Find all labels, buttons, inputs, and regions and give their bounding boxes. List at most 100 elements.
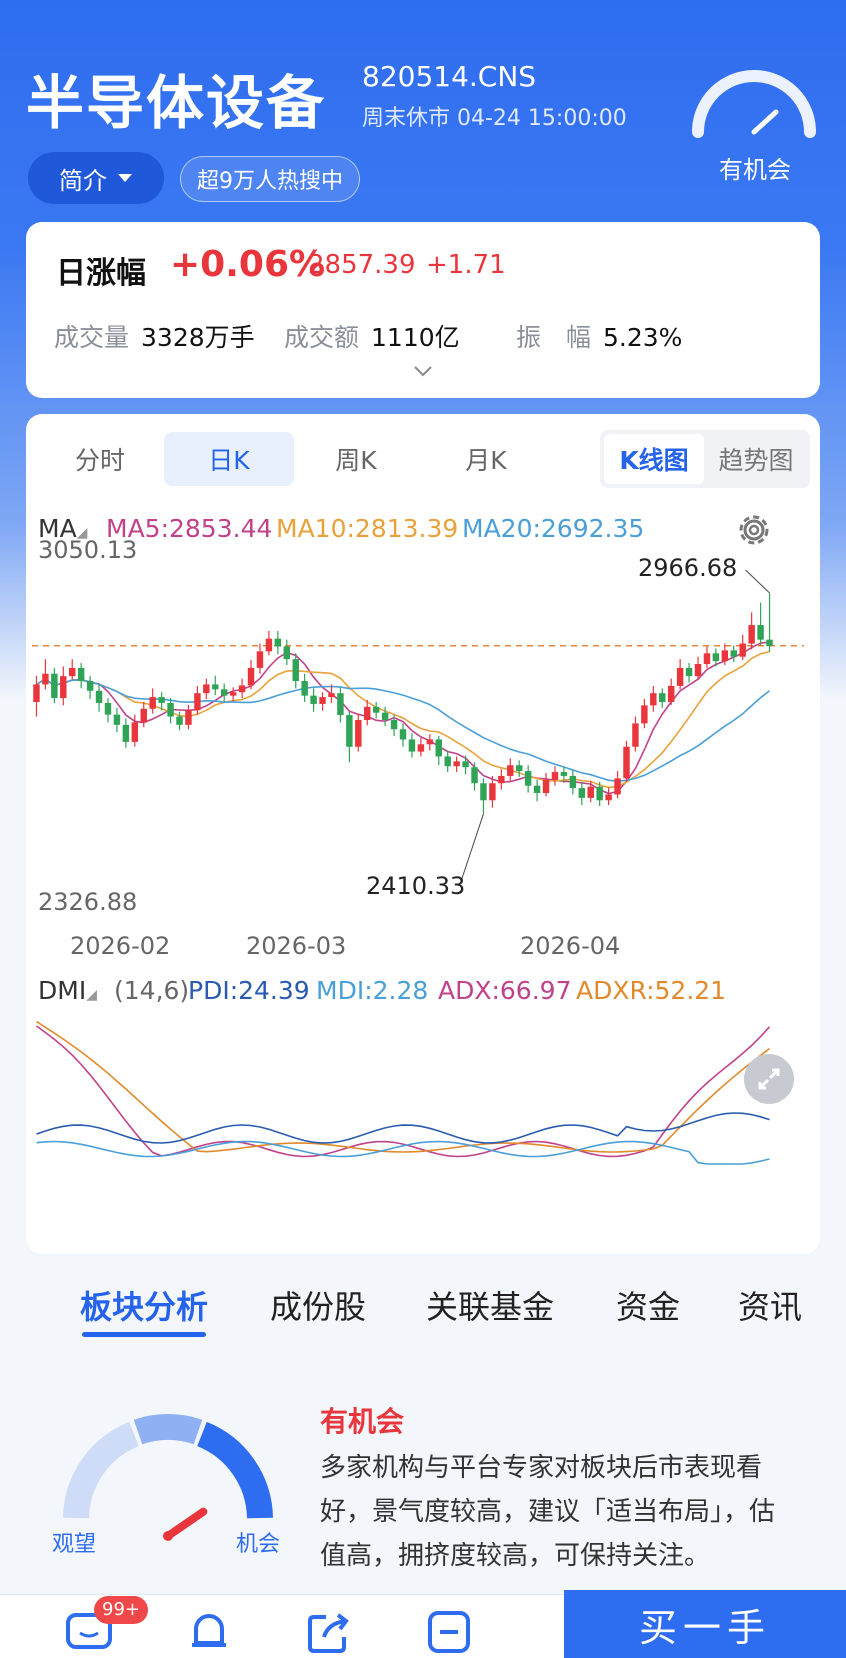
candle-body <box>390 719 398 730</box>
candle-body <box>444 756 451 767</box>
candle-body <box>319 697 326 704</box>
tab-capital[interactable]: 资金 <box>616 1282 680 1328</box>
remove-watchlist-icon[interactable] <box>424 1607 474 1657</box>
dmi-params: (14,6) <box>114 976 190 1005</box>
candle-body <box>283 646 291 660</box>
volume-stat: 成交量 3328万手 <box>54 318 255 354</box>
candle-body <box>766 639 773 646</box>
index-code: 820514.CNS <box>362 60 537 93</box>
kline-chart-card: 分时 日K 周K 月K K线图 趋势图 MA◢ MA5:2853.44 MA10… <box>26 414 820 1254</box>
candle-body <box>104 702 112 715</box>
candle-body <box>426 739 434 745</box>
candle-body <box>739 643 746 657</box>
active-tab-indicator <box>82 1332 206 1337</box>
candle-body <box>569 775 577 789</box>
tab-related-funds[interactable]: 关联基金 <box>426 1282 554 1328</box>
quote-card: 日涨幅 +0.06% 2857.39 +1.71 成交量 3328万手 成交额 11… <box>26 222 820 398</box>
candle-body <box>587 786 594 798</box>
amount-label: 成交额 <box>284 323 360 352</box>
candle-body <box>435 739 442 757</box>
sentiment-label[interactable]: 有机会 <box>690 150 820 185</box>
candle-body <box>533 785 541 793</box>
amplitude-label: 振 幅 <box>516 323 592 352</box>
candle-body <box>650 693 657 706</box>
candle-body <box>265 638 273 652</box>
candle-body <box>122 724 130 742</box>
candle-body <box>167 702 174 717</box>
candle-body <box>507 765 514 776</box>
candle-body <box>641 705 648 724</box>
candle-body <box>229 692 237 696</box>
expand-fullscreen-icon[interactable] <box>744 1054 794 1104</box>
candle-body <box>542 779 550 793</box>
share-icon[interactable] <box>304 1607 354 1657</box>
adxr-legend: ADXR:52.21 <box>576 976 727 1005</box>
candle-body <box>471 767 478 784</box>
candle-body <box>140 708 147 723</box>
candle-body <box>220 689 228 696</box>
adx-line <box>36 1025 771 1158</box>
candle-body <box>51 673 58 699</box>
candle-body <box>623 746 630 779</box>
y-axis-top-label: 3050.13 <box>38 536 138 564</box>
opinion-title: 有机会 <box>320 1405 405 1438</box>
amount-value: 1110亿 <box>371 323 460 352</box>
volume-value: 3328万手 <box>141 323 255 352</box>
candle-body <box>676 667 684 686</box>
gauge-low-label: 观望 <box>52 1532 97 1557</box>
candle-body <box>703 653 711 665</box>
hot-search-tag[interactable]: 超9万人热搜中 <box>180 156 360 202</box>
candle-body <box>77 667 85 682</box>
buy-button[interactable]: 买一手 <box>564 1590 846 1658</box>
tab-sector-analysis[interactable]: 板块分析 <box>80 1282 208 1328</box>
candle-body <box>515 765 523 772</box>
candle-body <box>721 650 729 662</box>
bell-icon[interactable] <box>184 1607 234 1657</box>
candle-body <box>417 744 425 752</box>
y-axis-bottom-label: 2326.88 <box>38 888 138 916</box>
dmi-name: DMI <box>38 976 87 1005</box>
opinion-description: 多家机构与平台专家对板块后市表现看好，景气度较高，建议「适当布局」，估值高，拥挤… <box>320 1453 776 1571</box>
intro-button[interactable]: 简介 <box>28 152 164 204</box>
tab-constituents[interactable]: 成份股 <box>270 1282 366 1328</box>
candle-body <box>95 690 103 703</box>
candle-body <box>578 788 586 798</box>
candle-body <box>364 706 371 720</box>
triangle-icon: ◢ <box>86 987 97 1003</box>
candle-body <box>42 673 49 685</box>
x-axis-label-mar: 2026-03 <box>246 932 347 960</box>
low-price-marker: 2410.33 <box>366 872 466 900</box>
x-axis-label-apr: 2026-04 <box>520 932 621 960</box>
amplitude-value: 5.23% <box>603 323 683 352</box>
candle-body <box>301 681 308 696</box>
tab-news[interactable]: 资讯 <box>738 1282 802 1328</box>
daily-change-label: 日涨幅 <box>56 256 146 291</box>
expand-chevron-icon[interactable] <box>412 360 434 382</box>
candle-body <box>310 695 317 704</box>
candle-body <box>86 681 94 691</box>
candle-body <box>381 712 389 720</box>
candle-body <box>131 722 139 742</box>
candle-body <box>551 772 559 780</box>
volume-label: 成交量 <box>54 323 130 352</box>
mdi-legend: MDI:2.28 <box>316 976 429 1005</box>
candle-body <box>292 659 299 682</box>
amplitude-stat: 振 幅 5.23% <box>516 318 682 354</box>
section-tabs: 板块分析 成份股 关联基金 资金 资讯 <box>0 1260 846 1340</box>
candle-body <box>596 786 603 801</box>
candle-body <box>346 715 353 747</box>
gauge-high-label: 机会 <box>236 1532 281 1557</box>
message-badge: 99+ <box>94 1596 148 1624</box>
candle-body <box>614 778 621 795</box>
candle-body <box>238 685 246 693</box>
candle-body <box>212 684 219 690</box>
candle-body <box>524 771 532 786</box>
market-status: 周末休市 04-24 15:00:00 <box>362 106 627 131</box>
gauge-needle <box>164 1507 208 1540</box>
kline-chart[interactable] <box>26 414 820 1254</box>
dmi-indicator-name[interactable]: DMI◢ <box>38 976 97 1005</box>
candle-body <box>176 716 183 725</box>
candle-body <box>605 794 612 801</box>
candle-body <box>757 625 764 640</box>
candle-body <box>33 684 40 702</box>
